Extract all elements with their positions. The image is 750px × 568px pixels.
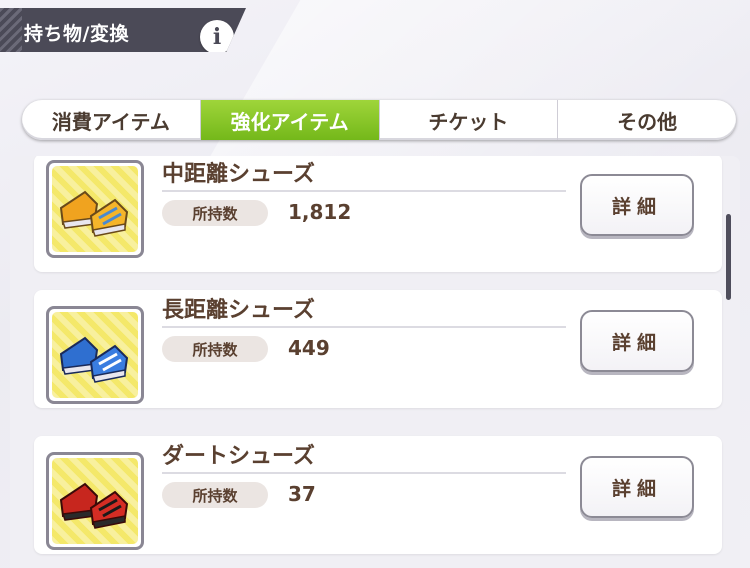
tab-enhancement[interactable]: 強化アイテム: [200, 100, 380, 140]
item-icon-frame: [46, 452, 144, 550]
item-list[interactable]: 中距離シューズ 所持数 1,812 詳細 長距離シューズ 所持数 449 詳細: [10, 156, 740, 568]
item-divider: [162, 472, 566, 474]
item-name: 中距離シューズ: [162, 162, 315, 187]
header-stripes: [0, 8, 22, 52]
item-icon-frame: [46, 160, 144, 258]
item-icon-frame: [46, 306, 144, 404]
list-item: 長距離シューズ 所持数 449 詳細: [34, 290, 722, 408]
red-shoes-icon: [52, 458, 138, 544]
list-item: ダートシューズ 所持数 37 詳細: [34, 436, 722, 554]
detail-button[interactable]: 詳細: [580, 310, 694, 372]
detail-button[interactable]: 詳細: [580, 174, 694, 236]
info-button[interactable]: i: [200, 20, 234, 52]
quantity-label: 所持数: [162, 336, 268, 362]
tab-other[interactable]: その他: [558, 100, 736, 140]
quantity-label: 所持数: [162, 200, 268, 226]
quantity-label: 所持数: [162, 482, 268, 508]
item-name: 長距離シューズ: [162, 298, 315, 323]
page-header: 持ち物/変換 i: [0, 8, 246, 52]
item-name: ダートシューズ: [162, 444, 315, 469]
blue-shoes-icon: [52, 312, 138, 398]
quantity-value: 1,812: [288, 200, 352, 224]
quantity-value: 449: [288, 336, 330, 360]
yellow-shoes-icon: [52, 166, 138, 252]
detail-button[interactable]: 詳細: [580, 456, 694, 518]
tab-consumables[interactable]: 消費アイテム: [22, 100, 201, 140]
item-divider: [162, 190, 566, 192]
item-divider: [162, 326, 566, 328]
tab-tickets[interactable]: チケット: [380, 100, 559, 140]
category-tabs: 消費アイテム 強化アイテム チケット その他: [22, 100, 736, 140]
quantity-value: 37: [288, 482, 316, 506]
list-item: 中距離シューズ 所持数 1,812 詳細: [34, 156, 722, 272]
page-title: 持ち物/変換: [24, 23, 129, 45]
scrollbar[interactable]: [726, 214, 731, 300]
